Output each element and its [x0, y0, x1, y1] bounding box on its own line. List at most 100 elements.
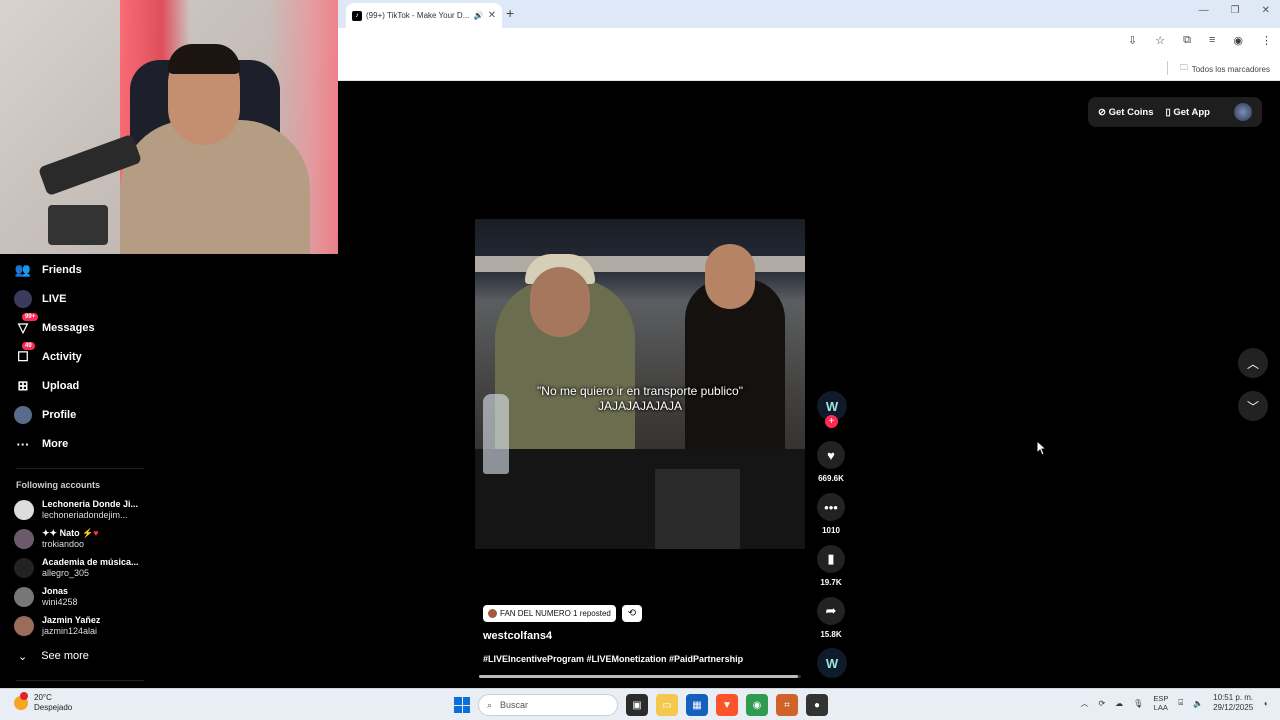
video-player[interactable]: "No me quiero ir en transporte publico" … [475, 219, 805, 549]
messages-icon: ▽ 99+ [14, 313, 39, 337]
language-indicator[interactable]: ESP LAA [1153, 694, 1168, 712]
account-name: Academia de música... [42, 557, 139, 567]
get-app-button[interactable]: ▯ Get App [1165, 107, 1209, 118]
volume-icon[interactable]: 🔈 [1193, 699, 1203, 708]
tray-overflow-icon[interactable]: ︿ [1080, 698, 1088, 709]
weather-widget[interactable]: 20°C Despejado [14, 692, 72, 713]
sidebar-item-label: Messages [42, 322, 95, 334]
see-more-label: See more [41, 650, 89, 662]
file-explorer-icon[interactable]: ▭ [656, 694, 678, 716]
friends-icon: 👥 [14, 262, 32, 277]
video-hashtags[interactable]: #LIVEIncentiveProgram #LIVEMonetization … [483, 654, 743, 664]
menu-kebab-icon[interactable]: ⋮ [1261, 34, 1272, 47]
microphone-icon[interactable]: 🎙 [1133, 699, 1143, 708]
progress-fill [479, 675, 798, 678]
extensions-icon[interactable]: ⧉ [1183, 34, 1191, 47]
comment-count: 1010 [822, 526, 840, 535]
save-count: 19.7K [820, 578, 842, 587]
comment-button[interactable]: ••• 1010 [813, 493, 849, 535]
clock-date: 29/12/2025 [1213, 703, 1254, 712]
sidebar-item-messages[interactable]: ▽ 99+ Messages [14, 313, 95, 338]
phone-icon: ▯ [1165, 106, 1171, 118]
following-account[interactable]: ✦✦ Nato ⚡♥ trokiandoo [14, 528, 99, 550]
previous-video-button[interactable]: ︿ [1238, 348, 1268, 378]
search-placeholder: Buscar [500, 700, 529, 710]
following-account[interactable]: Academia de música... allegro_305 [14, 557, 139, 579]
sidebar-item-friends[interactable]: 👥 Friends [14, 260, 82, 280]
upload-icon: ⊞ [17, 378, 29, 393]
video-author[interactable]: westcolfans4 [483, 630, 552, 642]
windows-start-icon[interactable] [454, 697, 470, 713]
close-tab-icon[interactable]: ✕ [488, 10, 496, 21]
sidebar-item-activity[interactable]: ☐ 49 Activity [14, 342, 82, 367]
account-handle: lechoneriadondejim... [42, 510, 128, 520]
brave-icon[interactable]: ▼ [716, 694, 738, 716]
see-more-button[interactable]: ⌄ See more [18, 650, 89, 663]
install-app-icon[interactable]: ⇩ [1128, 34, 1137, 47]
avatar [14, 587, 34, 607]
all-bookmarks-button[interactable]: 🗀 Todos los marcadores [1180, 62, 1270, 76]
window-controls: — ❐ ✕ [1199, 5, 1270, 16]
repost-icon[interactable]: ⟲ [622, 605, 642, 622]
chrome-icon[interactable]: ◉ [746, 694, 768, 716]
repost-badge[interactable]: FAN DEL NUMERO 1 reposted [483, 605, 616, 622]
tray-cloud-icon[interactable]: ☁ [1115, 699, 1123, 708]
notifications-icon[interactable]: ◖ [1263, 699, 1268, 708]
emoji-icons: ⚡♥ [79, 528, 99, 538]
follow-plus-button[interactable]: + [825, 415, 838, 428]
sidebar-item-label: More [42, 438, 69, 450]
following-account[interactable]: Lechoneria Donde Ji... lechoneriadondejim… [14, 499, 138, 521]
account-handle: jazmin124alai [42, 626, 98, 636]
chevron-down-icon: ⌄ [18, 651, 28, 663]
chevron-down-icon: ﹀ [1246, 399, 1259, 414]
close-window-icon[interactable]: ✕ [1262, 5, 1270, 16]
video-progress-bar[interactable] [479, 675, 801, 678]
sidebar-item-more[interactable]: ··· More [14, 434, 69, 454]
media-icon[interactable]: ≡ [1209, 34, 1215, 47]
weather-temp: 20°C [34, 693, 52, 702]
clock-time: 10:51 p. m. [1213, 693, 1254, 702]
get-app-label: Get App [1173, 106, 1210, 118]
browser-tab[interactable]: ♪ (99+) TikTok - Make Your D... 🔊 ✕ [346, 3, 502, 28]
following-account[interactable]: Jazmin Yañez jazmin124alai [14, 615, 100, 637]
minimize-icon[interactable]: — [1199, 5, 1209, 16]
network-icon[interactable]: ⌸ [1178, 698, 1183, 708]
restore-icon[interactable]: ❐ [1231, 5, 1240, 16]
search-icon: ⌕ [487, 699, 493, 710]
next-video-button[interactable]: ﹀ [1238, 391, 1268, 421]
sidebar-item-live[interactable]: LIVE [14, 289, 66, 309]
bookmark-icon: ▮ [817, 545, 845, 573]
profile-avatar-icon[interactable]: ◉ [1233, 34, 1243, 47]
obs-icon[interactable]: ● [806, 694, 828, 716]
new-tab-button[interactable]: + [506, 5, 514, 21]
task-view-icon[interactable]: ▣ [626, 694, 648, 716]
folder-icon: 🗀 [1179, 63, 1188, 72]
sidebar-item-upload[interactable]: ⊞ Upload [14, 376, 80, 396]
bookmarks-bar: 🗀 Todos los marcadores [338, 55, 1280, 81]
browser-tab-strip: ♪ (99+) TikTok - Make Your D... 🔊 ✕ + — … [338, 0, 1280, 28]
clock[interactable]: 10:51 p. m. 29/12/2025 [1213, 693, 1253, 713]
sidebar-item-profile[interactable]: Profile [14, 405, 76, 425]
account-handle: trokiandoo [42, 539, 85, 549]
star-emoji-icon: ✦✦ [42, 528, 60, 538]
sidebar-item-label: Profile [42, 409, 77, 421]
share-button[interactable]: ➦ 15.8K [813, 597, 849, 639]
like-button[interactable]: ♥ 669.6K [813, 441, 849, 483]
account-name: Jonas [42, 586, 69, 596]
taskbar-search[interactable]: ⌕ Buscar [478, 694, 618, 716]
activity-icon: ☐ 49 [14, 342, 35, 366]
get-coins-button[interactable]: ⊘ Get Coins [1098, 107, 1153, 118]
speaker-icon[interactable]: 🔊 [474, 11, 484, 20]
live-icon [14, 290, 32, 308]
caption-line: "No me quiero ir en transporte publico" [537, 384, 743, 398]
app-icon[interactable]: ⌗ [776, 694, 798, 716]
music-disc[interactable]: W [817, 648, 847, 678]
store-icon[interactable]: ▦ [686, 694, 708, 716]
account-name: Lechoneria Donde Ji... [42, 499, 139, 509]
account-name: Jazmin Yañez [42, 615, 101, 625]
save-button[interactable]: ▮ 19.7K [813, 545, 849, 587]
tray-app-icon[interactable]: ⟳ [1098, 699, 1105, 708]
bookmark-star-icon[interactable]: ☆ [1155, 34, 1165, 47]
user-avatar[interactable] [1234, 103, 1252, 121]
following-account[interactable]: Jonas wini4258 [14, 586, 78, 608]
